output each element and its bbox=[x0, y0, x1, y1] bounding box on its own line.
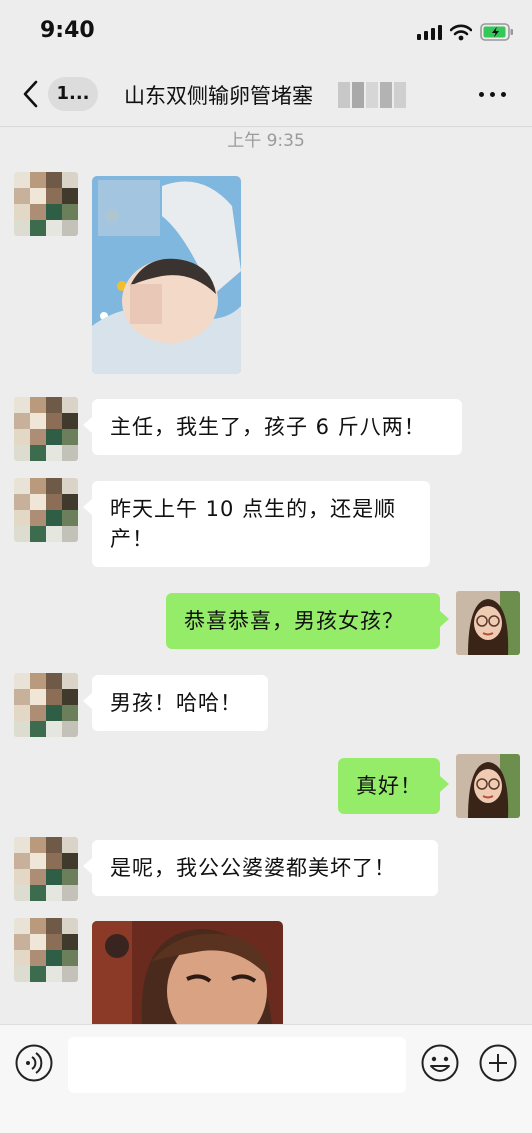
status-bar: 9:40 bbox=[0, 0, 532, 62]
unread-count-badge[interactable]: 1... bbox=[48, 77, 98, 111]
smiling-woman-photo[interactable] bbox=[92, 921, 283, 1025]
input-bar bbox=[0, 1024, 532, 1133]
incoming-message[interactable]: 昨天上午 10 点生的，还是顺产！ bbox=[83, 481, 430, 567]
message-timestamp: 上午 9:35 bbox=[227, 131, 305, 151]
wifi-icon bbox=[450, 24, 472, 40]
outgoing-message[interactable]: 真好！ bbox=[338, 758, 449, 814]
voice-input-icon[interactable] bbox=[14, 1043, 54, 1083]
chat-header: 1... 山东双侧输卵管堵塞 bbox=[0, 62, 532, 127]
incoming-message[interactable]: 男孩！哈哈！ bbox=[83, 675, 268, 731]
status-icons bbox=[417, 22, 514, 42]
incoming-message[interactable]: 是呢，我公公婆婆都美坏了！ bbox=[83, 840, 438, 896]
contact-avatar[interactable] bbox=[14, 478, 78, 542]
outgoing-message[interactable]: 恭喜恭喜，男孩女孩？ bbox=[166, 593, 449, 649]
contact-avatar[interactable] bbox=[14, 172, 78, 236]
emoji-icon[interactable] bbox=[420, 1043, 460, 1083]
my-avatar[interactable] bbox=[456, 754, 520, 818]
message-input[interactable] bbox=[68, 1037, 406, 1093]
add-attachment-icon[interactable] bbox=[478, 1043, 518, 1083]
contact-avatar[interactable] bbox=[14, 673, 78, 737]
battery-charging-icon bbox=[480, 23, 513, 41]
my-avatar[interactable] bbox=[456, 591, 520, 655]
status-time: 9:40 bbox=[40, 18, 95, 43]
chat-title: 山东双侧输卵管堵塞 bbox=[124, 84, 313, 108]
incoming-message[interactable]: 主任，我生了，孩子 6 斤八两！ bbox=[83, 399, 462, 455]
contact-avatar[interactable] bbox=[14, 837, 78, 901]
more-options-icon[interactable] bbox=[479, 92, 506, 97]
cellular-signal-icon bbox=[417, 24, 442, 40]
baby-photo[interactable] bbox=[92, 176, 241, 374]
contact-avatar[interactable] bbox=[14, 918, 78, 982]
back-chevron-icon[interactable] bbox=[20, 78, 42, 110]
blurred-name-mosaic bbox=[338, 82, 406, 108]
contact-avatar[interactable] bbox=[14, 397, 78, 461]
